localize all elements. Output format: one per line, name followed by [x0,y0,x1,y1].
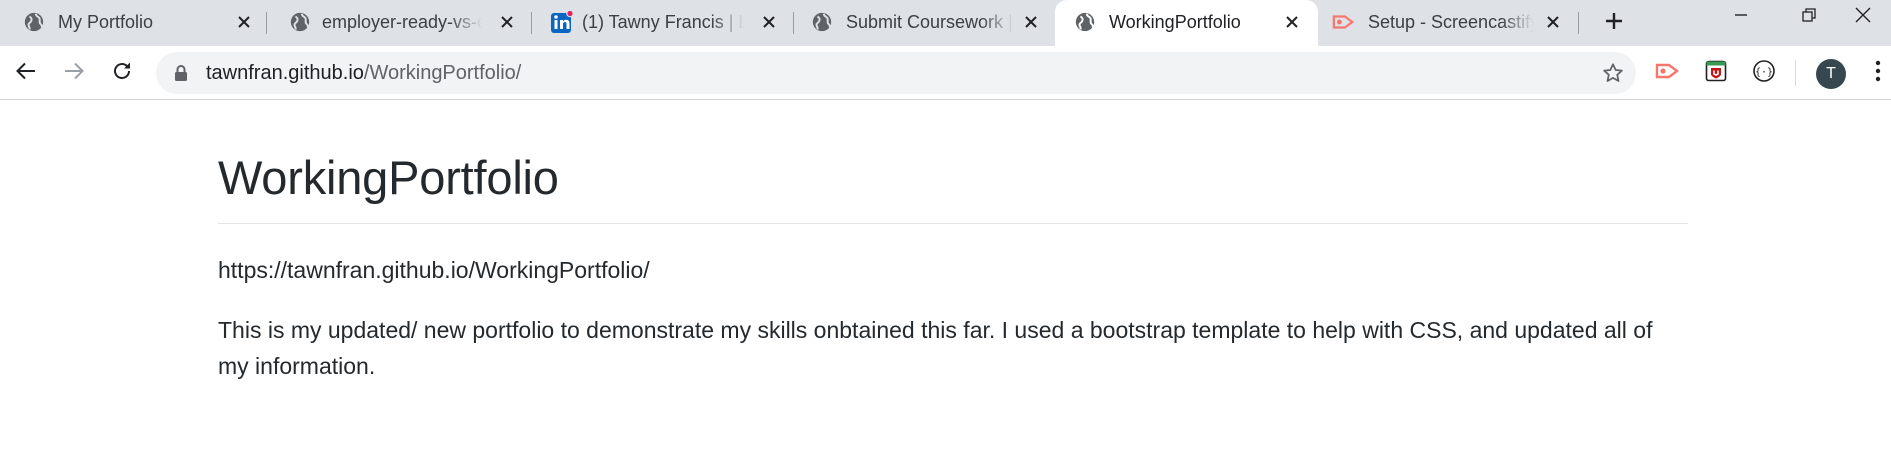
code-extension-button[interactable]: {·} [1749,58,1779,88]
bookmark-star-icon[interactable] [1600,60,1626,86]
forward-button[interactable] [59,58,89,88]
reload-button[interactable] [107,58,137,88]
close-icon[interactable] [1281,11,1303,33]
tab-working-portfolio[interactable]: WorkingPortfolio [1055,0,1318,50]
plus-icon [1604,11,1624,36]
code-brackets-icon: {·} [1752,59,1776,88]
globe-icon [22,10,46,34]
url-host: tawnfran.github.io [206,62,364,84]
lock-icon[interactable] [174,64,188,87]
browser-menu-button[interactable] [1870,58,1886,88]
tab-separator [1578,12,1579,34]
close-icon[interactable] [1542,11,1564,33]
tab-strip: My Portfolio employer-ready-vs-c (1) Taw… [0,0,1891,50]
toolbar-divider [1795,60,1796,86]
web-page: WorkingPortfolio https://tawnfran.github… [0,101,1891,457]
linkedin-icon [550,10,574,34]
tab-title: (1) Tawny Francis | Lin [582,12,744,32]
page-title: WorkingPortfolio [218,151,559,204]
tab-title: employer-ready-vs-c [322,12,482,32]
tab-title: Submit Coursework | [846,12,1013,32]
tab-title: WorkingPortfolio [1109,12,1241,32]
tab-separator [266,12,267,34]
profile-avatar[interactable]: T [1816,59,1846,89]
url-text[interactable]: tawnfran.github.io/WorkingPortfolio/ [206,52,521,94]
shield-extension-icon [1705,60,1727,87]
screencastify-icon [1332,10,1356,34]
arrow-right-icon [63,60,85,87]
close-icon[interactable] [1020,11,1042,33]
tab-title: Setup - Screencastify [1368,12,1534,32]
more-vertical-icon [1875,60,1881,87]
address-bar[interactable]: tawnfran.github.io/WorkingPortfolio/ [156,52,1636,94]
url-path: /WorkingPortfolio/ [363,62,522,84]
minimize-button[interactable] [1713,0,1769,34]
close-icon[interactable] [758,11,780,33]
tab-my-portfolio[interactable]: My Portfolio [0,0,267,46]
restore-button[interactable] [1781,0,1837,34]
page-description: This is my updated/ new portfolio to dem… [218,317,1653,379]
globe-icon [810,10,834,34]
page-url-text: https://tawnfran.github.io/WorkingPortfo… [218,257,650,283]
screencastify-extension-button[interactable] [1653,58,1683,88]
title-divider [218,223,1688,224]
close-icon [1854,6,1872,29]
tab-title: My Portfolio [58,12,154,32]
restore-icon [1801,7,1817,28]
mcafee-extension-button[interactable] [1701,58,1731,88]
close-window-button[interactable] [1835,0,1891,34]
close-icon[interactable] [233,11,255,33]
tab-submit-coursework[interactable]: Submit Coursework | [794,0,1055,46]
back-button[interactable] [11,58,41,88]
svg-text:{·}: {·} [1755,67,1773,78]
minimize-icon [1733,7,1749,28]
tab-employer-ready[interactable]: employer-ready-vs-c [268,0,532,46]
new-tab-button[interactable] [1597,6,1631,40]
browser-toolbar: tawnfran.github.io/WorkingPortfolio/ {·}… [0,46,1891,100]
reload-icon [111,60,133,87]
arrow-left-icon [15,60,37,87]
close-icon[interactable] [496,11,518,33]
globe-icon [1073,10,1097,34]
tab-screencastify[interactable]: Setup - Screencastify [1318,0,1579,46]
globe-icon [288,10,312,34]
screencastify-icon [1655,60,1681,87]
tab-linkedin[interactable]: (1) Tawny Francis | Lin [532,0,794,46]
